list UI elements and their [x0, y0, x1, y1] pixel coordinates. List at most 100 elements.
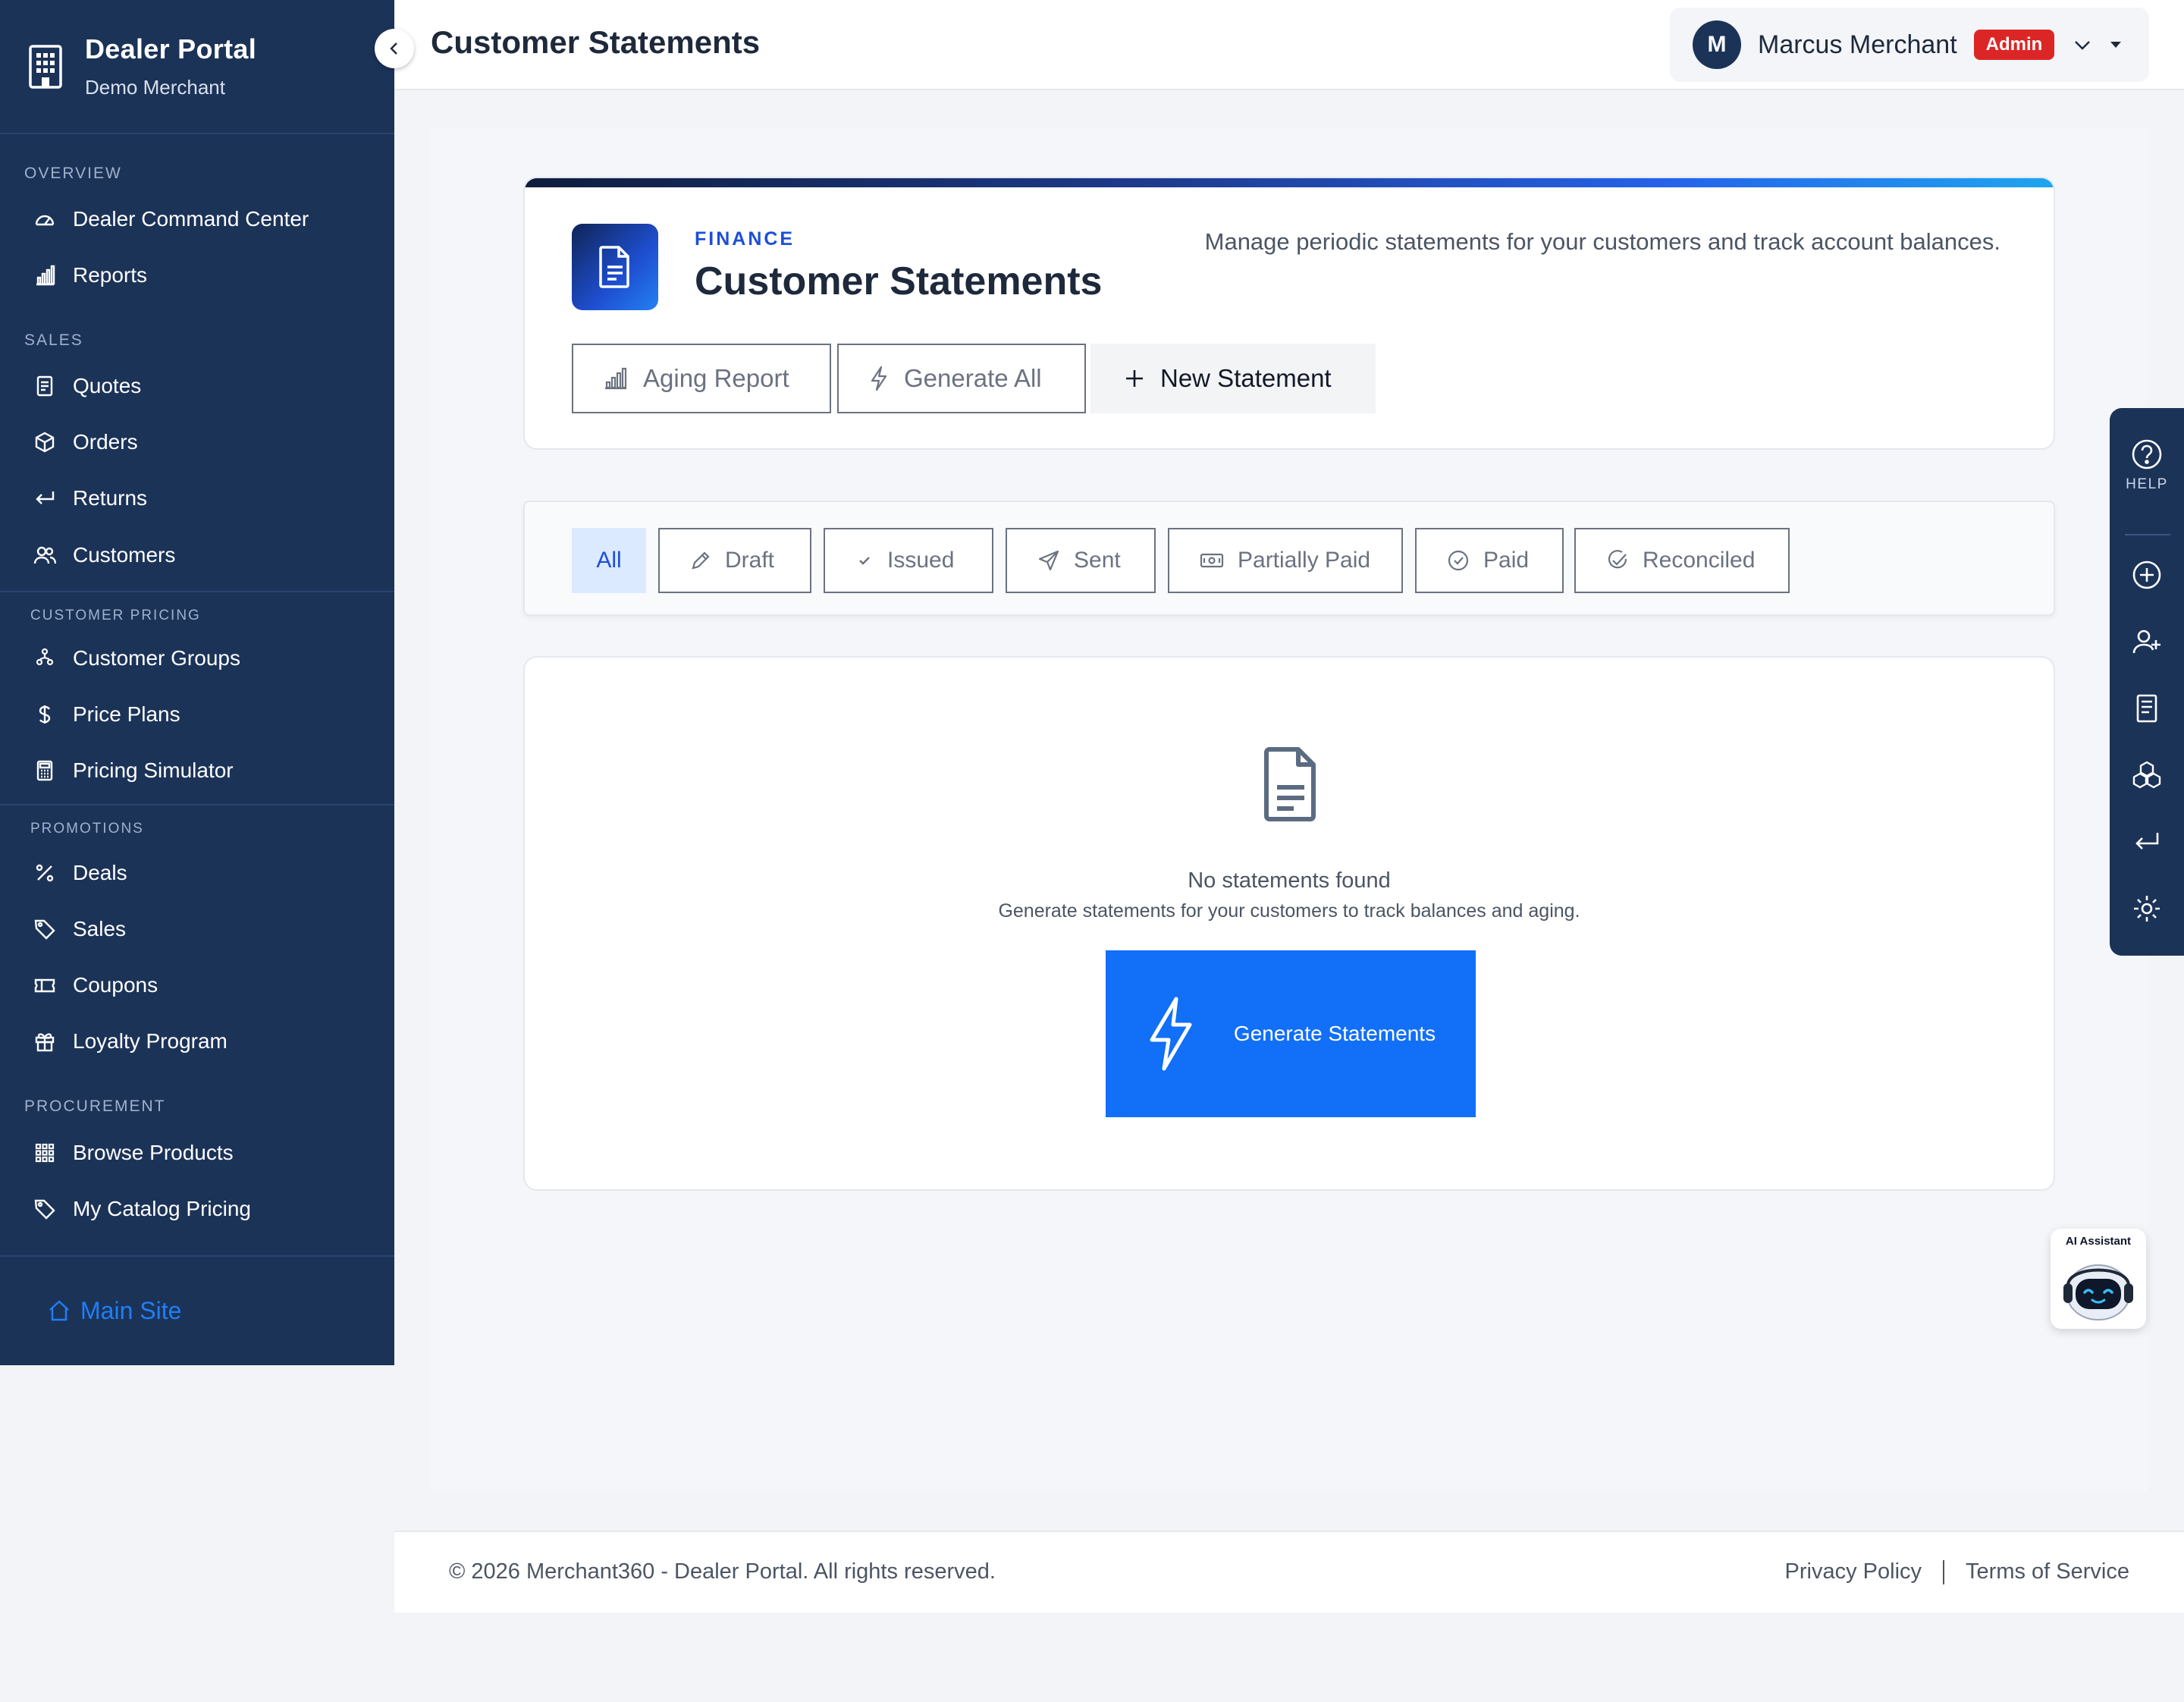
main-site-link[interactable]: Main Site	[0, 1255, 394, 1365]
rail-products-button[interactable]	[2110, 760, 2184, 790]
brand-subtitle: Demo Merchant	[85, 76, 225, 99]
rail-add-customer-button[interactable]	[2110, 626, 2184, 657]
sidebar-item-label: Quotes	[73, 374, 142, 397]
sidebar-item-label: Reports	[73, 263, 148, 287]
brand-header[interactable]: Dealer Portal Demo Merchant	[0, 0, 394, 134]
sidebar-item-label: Price Plans	[73, 702, 180, 726]
filter-sent[interactable]: Sent	[1006, 528, 1156, 593]
user-menu[interactable]: M Marcus Merchant Admin	[1670, 8, 2149, 82]
sidebar-item-browse-products[interactable]: Browse Products	[0, 1129, 394, 1177]
help-button[interactable]: HELP	[2110, 438, 2184, 493]
gift-icon	[32, 1028, 58, 1054]
header-accent-stripe	[525, 178, 2054, 187]
sidebar-item-quotes[interactable]: Quotes	[0, 362, 394, 410]
top-bar: Customer Statements M Marcus Merchant Ad…	[394, 0, 2184, 90]
filter-label: Sent	[1074, 548, 1121, 573]
card-title: Customer Statements	[695, 259, 1103, 303]
document-icon	[2132, 693, 2162, 724]
percent-icon	[32, 860, 58, 886]
sidebar-item-sales[interactable]: Sales	[0, 905, 394, 953]
filter-all[interactable]: All	[572, 528, 646, 593]
nav-divider	[0, 591, 394, 592]
rail-settings-button[interactable]	[2110, 893, 2184, 924]
sidebar-item-label: My Catalog Pricing	[73, 1197, 251, 1220]
building-icon	[27, 44, 64, 89]
sidebar-item-price-plans[interactable]: Price Plans	[0, 690, 394, 739]
document-icon	[572, 224, 658, 310]
section-kicker: FINANCE	[695, 228, 795, 250]
pencil-icon	[690, 550, 711, 571]
empty-state-subtitle: Generate statements for your customers t…	[998, 900, 1580, 922]
dollar-icon	[32, 702, 58, 727]
footer-divider	[1943, 1559, 1945, 1584]
ticket-icon	[32, 972, 58, 998]
sidebar-nav: OVERVIEW Dealer Command Center Reports S…	[0, 134, 394, 1257]
filter-reconciled[interactable]: Reconciled	[1574, 528, 1790, 593]
user-plus-icon	[2132, 626, 2162, 657]
tag-icon	[32, 916, 58, 942]
send-icon	[1037, 549, 1060, 572]
generate-all-label: Generate All	[904, 364, 1042, 392]
robot-icon	[2057, 1250, 2139, 1323]
sidebar-item-deals[interactable]: Deals	[0, 849, 394, 897]
home-icon	[47, 1298, 73, 1324]
empty-state-title: No statements found	[1188, 868, 1391, 893]
sidebar-item-label: Returns	[73, 486, 148, 510]
lightning-icon	[869, 366, 889, 391]
sidebar-item-pricing-simulator[interactable]: Pricing Simulator	[0, 746, 394, 795]
sidebar-item-loyalty-program[interactable]: Loyalty Program	[0, 1017, 394, 1066]
new-statement-button[interactable]: New Statement	[1090, 344, 1376, 413]
sidebar-item-orders[interactable]: Orders	[0, 418, 394, 466]
tags-icon	[32, 1196, 58, 1222]
sidebar-item-label: Sales	[73, 917, 127, 940]
aging-report-button[interactable]: Aging Report	[572, 344, 831, 413]
ai-assistant-button[interactable]: AI Assistant	[2051, 1229, 2146, 1329]
privacy-policy-link[interactable]: Privacy Policy	[1785, 1559, 1922, 1584]
return-arrow-icon	[32, 485, 58, 511]
chevron-left-icon	[386, 40, 403, 57]
sidebar-collapse-button[interactable]	[375, 29, 414, 68]
return-arrow-icon	[2132, 827, 2162, 857]
page-title: Customer Statements	[431, 24, 761, 60]
filter-draft[interactable]: Draft	[658, 528, 811, 593]
sidebar-item-customers[interactable]: Customers	[0, 531, 394, 579]
new-statement-label: New Statement	[1160, 364, 1332, 392]
generate-statements-button[interactable]: Generate Statements	[1106, 950, 1476, 1117]
filter-issued[interactable]: Issued	[824, 528, 993, 593]
filter-label: Paid	[1483, 548, 1530, 573]
filter-label: Issued	[887, 548, 955, 573]
banknote-icon	[1200, 551, 1224, 570]
generate-statements-label: Generate Statements	[1233, 1022, 1436, 1045]
gauge-icon	[32, 206, 58, 232]
sidebar-item-reports[interactable]: Reports	[0, 251, 394, 300]
sidebar-item-label: Pricing Simulator	[73, 758, 234, 782]
sidebar-item-dealer-command-center[interactable]: Dealer Command Center	[0, 195, 394, 243]
check-circle-icon	[1447, 549, 1470, 572]
sidebar-item-customer-groups[interactable]: Customer Groups	[0, 634, 394, 683]
rail-returns-button[interactable]	[2110, 827, 2184, 857]
sidebar-item-returns[interactable]: Returns	[0, 474, 394, 523]
sidebar-item-my-catalog-pricing[interactable]: My Catalog Pricing	[0, 1185, 394, 1233]
sidebar: Dealer Portal Demo Merchant OVERVIEW Dea…	[0, 0, 394, 1365]
sidebar-item-label: Browse Products	[73, 1141, 234, 1164]
generate-all-button[interactable]: Generate All	[837, 344, 1086, 413]
filter-partially-paid[interactable]: Partially Paid	[1168, 528, 1403, 593]
help-label: HELP	[2126, 476, 2168, 492]
sidebar-item-coupons[interactable]: Coupons	[0, 961, 394, 1010]
rail-divider	[2125, 534, 2170, 535]
footer-links: Privacy Policy Terms of Service	[1785, 1559, 2129, 1584]
status-filter-bar: All Draft Issued Sent Partially Paid Pai…	[523, 501, 2055, 616]
lightning-icon	[1146, 996, 1196, 1072]
rail-add-button[interactable]	[2110, 560, 2184, 590]
terms-of-service-link[interactable]: Terms of Service	[1966, 1559, 2129, 1584]
filter-label: Reconciled	[1643, 548, 1756, 573]
plus-circle-icon	[2132, 560, 2162, 590]
document-icon	[32, 373, 58, 399]
statements-header-card: FINANCE Customer Statements Manage perio…	[523, 177, 2055, 450]
card-description: Manage periodic statements for your cust…	[1204, 228, 2000, 255]
filter-paid[interactable]: Paid	[1415, 528, 1564, 593]
nav-section-overview: OVERVIEW	[24, 165, 122, 182]
rail-document-button[interactable]	[2110, 693, 2184, 724]
sidebar-item-label: Customers	[73, 543, 176, 567]
chevron-down-icon	[2071, 33, 2094, 56]
